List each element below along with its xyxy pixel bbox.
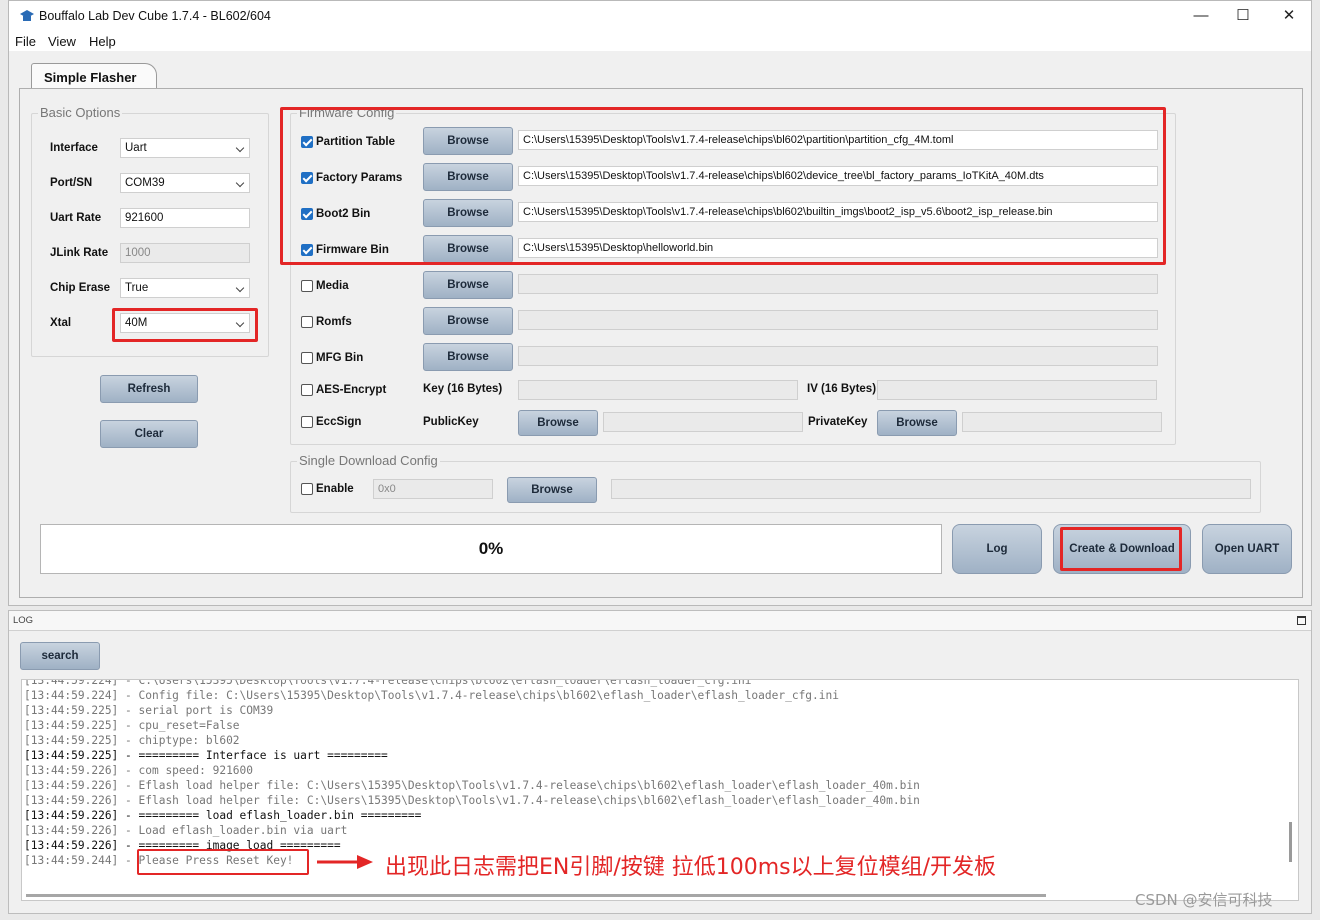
window-title: Bouffalo Lab Dev Cube 1.7.4 - BL602/604 bbox=[39, 9, 271, 23]
enable-label: Enable bbox=[316, 483, 354, 495]
private-key-browse-button[interactable]: Browse bbox=[877, 410, 957, 436]
mfg-bin-checkbox[interactable] bbox=[301, 352, 313, 364]
interface-value: Uart bbox=[125, 142, 147, 154]
log-line: [13:44:59.226] - Load eflash_loader.bin … bbox=[24, 824, 348, 837]
media-label: Media bbox=[316, 280, 349, 292]
chip-erase-label: Chip Erase bbox=[50, 282, 111, 294]
watermark: CSDN @安信可科技 bbox=[1135, 891, 1273, 909]
romfs-label: Romfs bbox=[316, 316, 352, 328]
open-uart-button[interactable]: Open UART bbox=[1202, 524, 1292, 574]
clear-button[interactable]: Clear bbox=[100, 420, 198, 448]
chevron-down-icon bbox=[235, 178, 245, 188]
public-key-browse-button[interactable]: Browse bbox=[518, 410, 598, 436]
xtal-label: Xtal bbox=[50, 317, 72, 329]
log-title: LOG bbox=[13, 615, 34, 626]
log-line: [13:44:59.225] - serial port is COM39 bbox=[24, 704, 274, 717]
aes-label: AES-Encrypt bbox=[316, 384, 387, 396]
key-input bbox=[518, 380, 798, 400]
chip-erase-select[interactable]: True bbox=[120, 278, 250, 298]
firmware-highlight-box bbox=[280, 107, 1166, 265]
refresh-button[interactable]: Refresh bbox=[100, 375, 198, 403]
chip-erase-value: True bbox=[125, 282, 149, 294]
mfg-bin-label: MFG Bin bbox=[316, 352, 364, 364]
single-download-browse-button[interactable]: Browse bbox=[507, 477, 597, 503]
log-lines: [13:44:59.224] - C:\Users\15395\Desktop\… bbox=[24, 679, 920, 868]
media-path-input[interactable] bbox=[518, 274, 1158, 294]
log-button[interactable]: Log bbox=[952, 524, 1042, 574]
chevron-down-icon bbox=[235, 283, 245, 293]
mfg-bin-path-input[interactable] bbox=[518, 346, 1158, 366]
romfs-checkbox[interactable] bbox=[301, 316, 313, 328]
uart-rate-input[interactable]: 921600 bbox=[120, 208, 250, 228]
xtal-highlight-box bbox=[112, 308, 258, 342]
media-checkbox[interactable] bbox=[301, 280, 313, 292]
eccsign-checkbox[interactable] bbox=[301, 416, 313, 428]
basic-options-title: Basic Options bbox=[38, 105, 123, 120]
log-horizontal-scrollbar[interactable] bbox=[26, 894, 1046, 897]
menu-help[interactable]: Help bbox=[89, 34, 116, 49]
restore-icon[interactable] bbox=[1297, 616, 1306, 625]
private-key-label: PrivateKey bbox=[808, 416, 868, 428]
menu-bar: File View Help bbox=[9, 31, 1311, 51]
port-label: Port/SN bbox=[50, 177, 93, 189]
jlink-rate-label: JLink Rate bbox=[50, 247, 109, 259]
uart-rate-label: Uart Rate bbox=[50, 212, 102, 224]
aes-checkbox[interactable] bbox=[301, 384, 313, 396]
minimize-button[interactable]: — bbox=[1187, 5, 1215, 27]
log-line: [13:44:59.226] - Eflash load helper file… bbox=[24, 779, 920, 792]
log-line: [13:44:59.226] - com speed: 921600 bbox=[24, 764, 254, 777]
media-browse-button[interactable]: Browse bbox=[423, 271, 513, 299]
annotation-text: 出现此日志需把EN引脚/按键 拉低100ms以上复位模组/开发板 bbox=[385, 855, 997, 880]
app-logo-icon bbox=[20, 10, 34, 21]
key-label: Key (16 Bytes) bbox=[423, 383, 503, 395]
log-line: [13:44:59.226] - ========= load eflash_l… bbox=[24, 809, 422, 822]
single-download-path-input bbox=[611, 479, 1251, 499]
jlink-rate-input: 1000 bbox=[120, 243, 250, 263]
interface-select[interactable]: Uart bbox=[120, 138, 250, 158]
log-window: LOG search [13:44:59.224] - C:\Users\153… bbox=[8, 610, 1312, 914]
iv-input bbox=[877, 380, 1157, 400]
search-button[interactable]: search bbox=[20, 642, 100, 670]
log-line: [13:44:59.225] - ========= Interface is … bbox=[24, 749, 388, 762]
log-line: [13:44:59.224] - C:\Users\15395\Desktop\… bbox=[24, 679, 752, 687]
log-line: [13:44:59.225] - chiptype: bl602 bbox=[24, 734, 240, 747]
menu-view[interactable]: View bbox=[48, 34, 76, 49]
interface-label: Interface bbox=[50, 142, 98, 154]
iv-label: IV (16 Bytes) bbox=[807, 383, 877, 395]
single-download-title: Single Download Config bbox=[297, 453, 440, 468]
romfs-browse-button[interactable]: Browse bbox=[423, 307, 513, 335]
public-key-label: PublicKey bbox=[423, 416, 479, 428]
tab-simple-flasher[interactable]: Simple Flasher bbox=[31, 63, 157, 89]
chevron-down-icon bbox=[235, 143, 245, 153]
maximize-button[interactable]: ☐ bbox=[1229, 5, 1257, 27]
log-line: [13:44:59.224] - Config file: C:\Users\1… bbox=[24, 689, 839, 702]
port-value: COM39 bbox=[125, 177, 165, 189]
progress-bar: 0% bbox=[40, 524, 942, 574]
enable-checkbox[interactable] bbox=[301, 483, 313, 495]
eccsign-label: EccSign bbox=[316, 416, 362, 428]
log-header: LOG bbox=[9, 611, 1311, 631]
port-select[interactable]: COM39 bbox=[120, 173, 250, 193]
create-download-highlight-box bbox=[1060, 527, 1182, 571]
reset-key-highlight-box bbox=[137, 849, 309, 875]
log-line: [13:44:59.226] - Eflash load helper file… bbox=[24, 794, 920, 807]
public-key-input bbox=[603, 412, 803, 432]
close-button[interactable]: ✕ bbox=[1275, 5, 1303, 27]
log-line: [13:44:59.225] - cpu_reset=False bbox=[24, 719, 240, 732]
address-input: 0x0 bbox=[373, 479, 493, 499]
annotation-arrow-icon bbox=[317, 855, 373, 869]
menu-file[interactable]: File bbox=[15, 34, 36, 49]
log-scrollbar-thumb[interactable] bbox=[1289, 822, 1292, 862]
main-window: Bouffalo Lab Dev Cube 1.7.4 - BL602/604 … bbox=[8, 0, 1312, 606]
title-bar: Bouffalo Lab Dev Cube 1.7.4 - BL602/604 … bbox=[9, 1, 1311, 31]
private-key-input bbox=[962, 412, 1162, 432]
mfg-bin-browse-button[interactable]: Browse bbox=[423, 343, 513, 371]
romfs-path-input[interactable] bbox=[518, 310, 1158, 330]
